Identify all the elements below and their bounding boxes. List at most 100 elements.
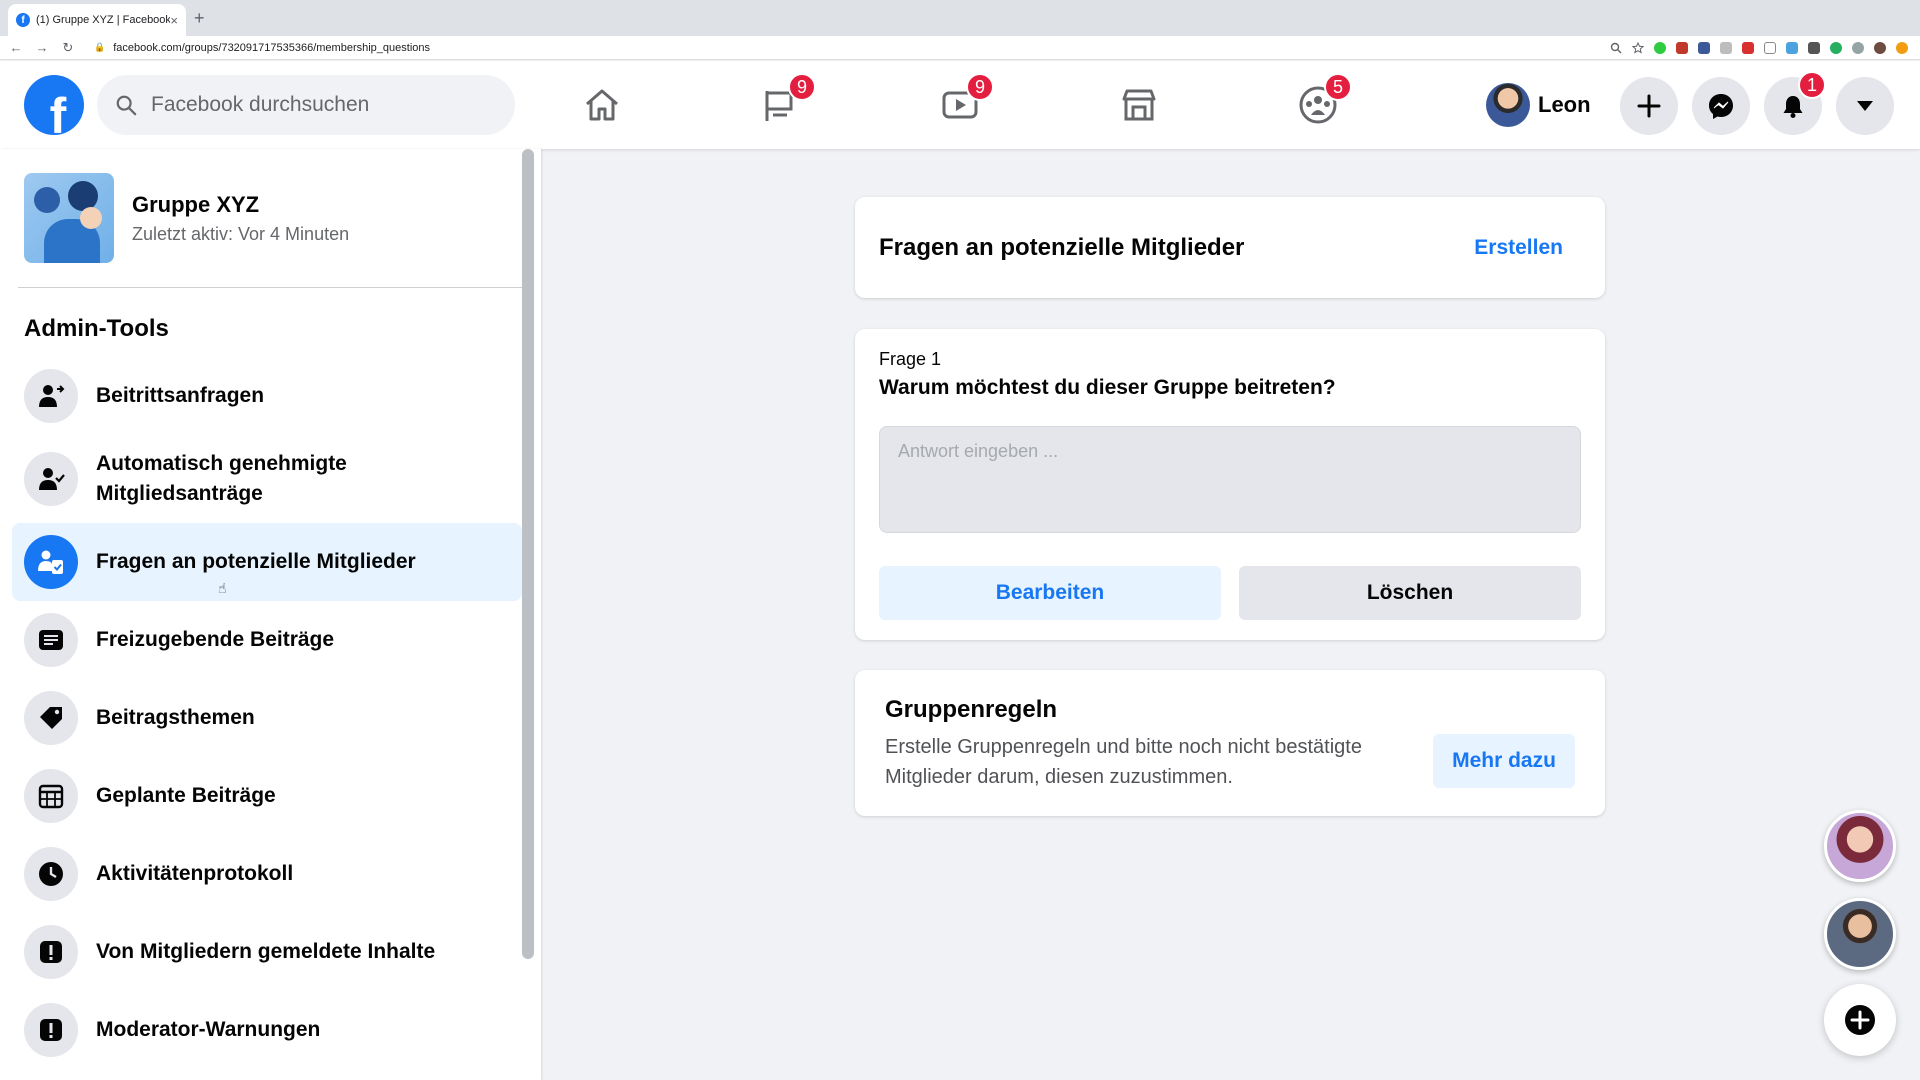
page-title: Fragen an potenzielle Mitglieder xyxy=(879,233,1245,261)
nav-pages[interactable]: 9 xyxy=(758,73,816,129)
question-card: Frage 1 Warum möchtest du dieser Gruppe … xyxy=(855,329,1605,640)
sidebar-divider xyxy=(18,287,522,288)
group-rules-card: Gruppenregeln Erstelle Gruppenregeln und… xyxy=(855,670,1605,816)
plus-icon xyxy=(1637,94,1661,118)
search-icon xyxy=(116,95,137,116)
search-box[interactable] xyxy=(97,75,515,135)
sidebar-item-pending-posts[interactable]: Freizugebende Beiträge xyxy=(12,601,522,679)
group-cover-image xyxy=(24,173,114,263)
browser-profile-icon[interactable] xyxy=(1874,41,1886,54)
extension-tool-icon[interactable] xyxy=(1808,41,1820,54)
answer-input[interactable] xyxy=(879,426,1581,533)
sidebar-item-post-topics[interactable]: Beitragsthemen xyxy=(12,679,522,757)
learn-more-button[interactable]: Mehr dazu xyxy=(1433,734,1575,788)
sidebar-item-label: Aktivitätenprotokoll xyxy=(96,862,294,885)
post-lines-icon xyxy=(24,613,78,667)
sidebar-item-moderator-alerts[interactable]: Moderator-Warnungen xyxy=(12,991,522,1069)
account-menu-button[interactable] xyxy=(1836,77,1894,135)
bell-icon xyxy=(1783,96,1803,118)
extension-facebook-icon[interactable] xyxy=(1698,41,1710,54)
person-arrow-icon xyxy=(24,369,78,423)
tab-title: (1) Gruppe XYZ | Facebook xyxy=(36,14,171,26)
delete-question-button[interactable]: Löschen xyxy=(1239,566,1581,620)
chat-head-contact-1[interactable] xyxy=(1824,810,1896,882)
admin-menu: Beitrittsanfragen Automatisch genehmigte… xyxy=(12,357,522,1069)
nav-marketplace[interactable] xyxy=(1115,81,1163,129)
extension-red-icon[interactable] xyxy=(1676,41,1688,54)
question-text: Warum möchtest du dieser Gruppe beitrete… xyxy=(879,376,1336,399)
bookmark-star-icon[interactable] xyxy=(1632,41,1644,54)
sidebar-item-label: Fragen an potenzielle Mitglieder xyxy=(96,550,416,573)
pages-badge: 9 xyxy=(788,73,816,101)
zoom-icon[interactable] xyxy=(1610,42,1622,54)
new-message-button[interactable] xyxy=(1824,984,1896,1056)
back-button[interactable]: ← xyxy=(6,40,26,55)
extension-frame-icon[interactable] xyxy=(1764,41,1776,54)
url-field[interactable]: 🔒 facebook.com/groups/732091717535366/me… xyxy=(94,42,1610,54)
new-tab-button[interactable]: + xyxy=(194,8,205,29)
facebook-logo[interactable]: f xyxy=(24,75,84,135)
rules-description: Erstelle Gruppenregeln und bitte noch ni… xyxy=(885,736,1362,788)
browser-update-icon[interactable] xyxy=(1896,41,1908,54)
admin-sidebar: Gruppe XYZ Zuletzt aktiv: Vor 4 Minuten … xyxy=(0,149,541,1080)
sidebar-item-member-reported[interactable]: Von Mitgliedern gemeldete Inhalte xyxy=(12,913,522,991)
profile-button[interactable]: Leon xyxy=(1486,83,1591,127)
home-icon xyxy=(586,89,618,121)
extension-ab-icon[interactable] xyxy=(1742,41,1754,54)
messenger-button[interactable] xyxy=(1692,77,1750,135)
watch-badge: 9 xyxy=(966,73,994,101)
group-header[interactable]: Gruppe XYZ Zuletzt aktiv: Vor 4 Minuten xyxy=(24,173,349,263)
tab-close-icon[interactable]: × xyxy=(170,13,178,28)
profile-name: Leon xyxy=(1538,92,1591,117)
notifications-button[interactable]: 1 xyxy=(1764,71,1826,135)
facebook-header: f 9 9 5 Leon 1 xyxy=(0,61,1920,149)
reload-button[interactable]: ↻ xyxy=(58,40,78,56)
groups-badge: 5 xyxy=(1324,73,1352,101)
extension-icons xyxy=(1610,41,1908,54)
sidebar-item-auto-approved[interactable]: Automatisch genehmigte Mitgliedsanträge xyxy=(12,435,522,523)
sidebar-item-activity-log[interactable]: Aktivitätenprotokoll xyxy=(12,835,522,913)
caret-down-icon xyxy=(1857,101,1873,111)
create-button[interactable] xyxy=(1620,77,1678,135)
group-name[interactable]: Gruppe XYZ xyxy=(132,192,349,218)
sidebar-item-label: Geplante Beiträge xyxy=(96,784,276,807)
extension-gray-icon[interactable] xyxy=(1720,41,1732,54)
browser-tab[interactable]: f (1) Gruppe XYZ | Facebook × xyxy=(8,4,186,36)
notifications-badge: 1 xyxy=(1798,71,1826,99)
edit-question-button[interactable]: Bearbeiten xyxy=(879,566,1221,620)
nav-groups[interactable]: 5 xyxy=(1294,73,1352,129)
browser-tabstrip: f (1) Gruppe XYZ | Facebook × + xyxy=(0,0,1920,36)
tag-icon xyxy=(24,691,78,745)
sidebar-item-membership-questions[interactable]: Fragen an potenzielle Mitglieder xyxy=(12,523,522,601)
messenger-icon xyxy=(1709,94,1733,119)
sidebar-item-label: Moderator-Warnungen xyxy=(96,1018,321,1041)
extension-iq-icon[interactable] xyxy=(1786,41,1798,54)
marketplace-store-icon xyxy=(1122,89,1156,121)
search-input[interactable] xyxy=(151,93,471,117)
admin-tools-heading: Admin-Tools xyxy=(24,315,169,342)
question-number: Frage 1 xyxy=(879,349,942,369)
calendar-grid-icon xyxy=(24,769,78,823)
nav-watch[interactable]: 9 xyxy=(936,73,994,129)
alert-icon xyxy=(24,1003,78,1057)
clock-icon xyxy=(24,847,78,901)
extension-color-icon[interactable] xyxy=(1830,41,1842,54)
sidebar-item-scheduled-posts[interactable]: Geplante Beiträge xyxy=(12,757,522,835)
lock-icon: 🔒 xyxy=(94,42,106,52)
nav-home[interactable] xyxy=(578,81,626,129)
facebook-favicon-icon: f xyxy=(16,13,30,27)
extension-globe-icon[interactable] xyxy=(1852,41,1864,54)
mouse-cursor-icon: ☝ xyxy=(218,580,227,596)
sidebar-item-join-requests[interactable]: Beitrittsanfragen xyxy=(12,357,522,435)
extension-green-icon[interactable] xyxy=(1654,41,1666,54)
profile-avatar xyxy=(1486,83,1530,127)
alert-icon xyxy=(24,925,78,979)
address-bar: ← → ↻ 🔒 facebook.com/groups/732091717535… xyxy=(0,36,1920,60)
chat-head-contact-2[interactable] xyxy=(1824,898,1896,970)
forward-button[interactable]: → xyxy=(32,40,52,55)
create-question-button[interactable]: Erstellen xyxy=(1456,228,1581,268)
sidebar-item-label: Von Mitgliedern gemeldete Inhalte xyxy=(96,940,436,963)
sidebar-item-label: Freizugebende Beiträge xyxy=(96,628,335,651)
membership-questions-card: Fragen an potenzielle Mitglieder Erstell… xyxy=(855,197,1605,298)
sidebar-scrollbar[interactable] xyxy=(522,149,534,959)
